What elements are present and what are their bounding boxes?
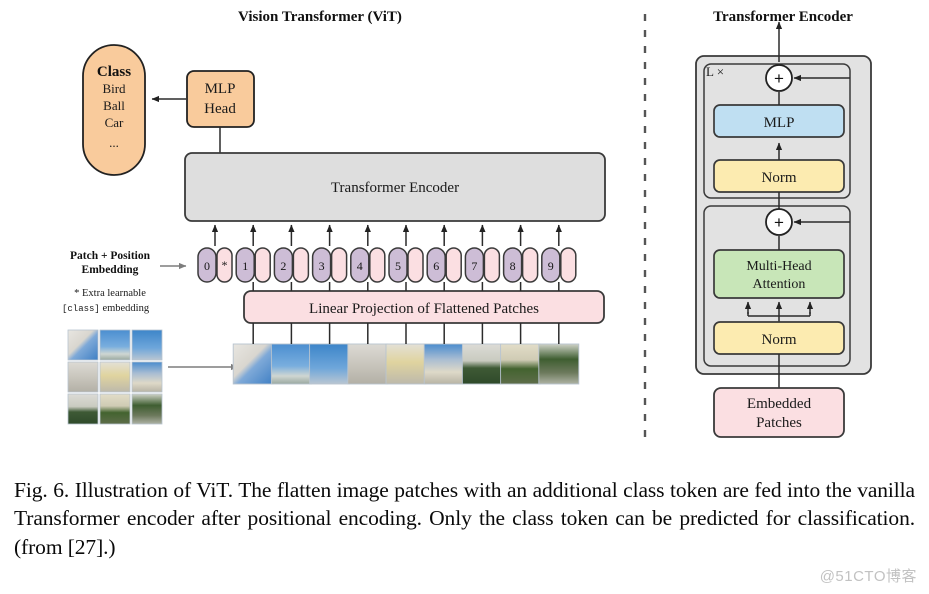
token-7: 7 — [464, 224, 501, 291]
multi-head-attention-block: Multi-Head Attention — [713, 249, 845, 299]
figure-caption: Fig. 6. Illustration of ViT. The flatten… — [0, 462, 929, 594]
transformer-encoder-box: Transformer Encoder — [184, 152, 606, 222]
embedded-patches-line1: Embedded — [747, 396, 812, 412]
token-number-label: 7 — [471, 259, 477, 273]
embedding-label-line2: Embedding — [82, 264, 139, 276]
class-output-box: Class Bird Ball Car ... — [82, 44, 146, 176]
image-patch-7 — [500, 323, 542, 385]
watermark: @51CTO博客 — [819, 568, 917, 585]
token-2: 2 — [273, 224, 310, 291]
token-9: 9 — [541, 224, 577, 291]
token-4: 4 — [350, 224, 386, 291]
patch-position-embedding-label: Patch + Position Embedding — [70, 250, 187, 276]
extra-note-line2: [class] embedding — [62, 303, 150, 314]
mlp-block: MLP — [713, 104, 845, 138]
image-patch-6 — [461, 323, 503, 385]
image-patch-5 — [423, 323, 465, 385]
linear-projection-box: Linear Projection of Flattened Patches — [243, 290, 605, 324]
caption-text: Fig. 6. Illustration of ViT. The flatten… — [14, 478, 915, 559]
figure-vit-illustration: Vision Transformer (ViT) Class Bird Ball… — [0, 0, 929, 460]
mlp-head-box: MLP Head — [186, 70, 255, 128]
mha-line2: Attention — [753, 277, 806, 292]
embedded-patches-line2: Patches — [756, 415, 802, 431]
token-1: 1 — [235, 224, 271, 291]
left-panel-title: Vision Transformer (ViT) — [238, 9, 402, 25]
token-number-label: 8 — [510, 259, 516, 273]
class-item-2: Car — [105, 115, 124, 130]
patch-thumbnail — [270, 343, 312, 385]
adder-middle-symbol: + — [774, 213, 784, 232]
mha-line1: Multi-Head — [746, 259, 811, 274]
patch-thumbnail — [232, 343, 274, 385]
token-embedding-row: 0 * 1 2 3 4 5 6 7 8 9 — [197, 224, 577, 291]
token-asterisk: * — [222, 258, 228, 272]
extra-note-rest: embedding — [100, 303, 150, 314]
token-number-label: 5 — [395, 259, 401, 273]
token-number-label: 6 — [433, 259, 439, 273]
patch-thumbnail — [500, 343, 542, 385]
linear-projection-label: Linear Projection of Flattened Patches — [309, 301, 539, 317]
image-patch-8 — [538, 323, 580, 385]
residual-adder-top: + — [765, 64, 793, 92]
image-patch-4 — [385, 323, 427, 385]
extra-note-line1: * Extra learnable — [74, 288, 146, 299]
residual-adder-middle: + — [765, 208, 793, 236]
token-position-pill — [254, 247, 271, 283]
patch-thumbnail — [385, 343, 427, 385]
class-item-1: Ball — [103, 98, 125, 113]
token-position-pill — [445, 247, 462, 283]
embedded-patches-box: Embedded Patches — [713, 387, 845, 438]
token-position-pill — [369, 247, 386, 283]
token-position-pill — [483, 247, 501, 283]
token-position-pill — [560, 247, 577, 283]
source-image-grid — [67, 329, 163, 425]
token-3: 3 — [311, 224, 348, 291]
image-patch-strip — [232, 323, 580, 385]
extra-note-mono: [class] — [62, 304, 100, 314]
token-number-label: 3 — [319, 259, 325, 273]
mlp-head-line2: Head — [204, 101, 236, 117]
right-panel-title: Transformer Encoder — [713, 9, 853, 25]
token-8: 8 — [502, 224, 539, 291]
norm-block-lower: Norm — [713, 321, 845, 355]
repeat-count-label: L × — [706, 64, 724, 79]
patch-thumbnail — [347, 343, 389, 385]
token-position-pill — [292, 247, 310, 283]
class-ellipsis: ... — [109, 135, 119, 150]
transformer-encoder-label: Transformer Encoder — [331, 180, 459, 196]
token-0: 0 * — [197, 224, 233, 283]
token-position-pill — [330, 247, 348, 283]
token-position-pill — [521, 247, 539, 283]
norm-upper-label: Norm — [762, 170, 797, 186]
extra-learnable-note: * Extra learnable [class] embedding — [62, 288, 150, 314]
token-number-label: 2 — [280, 259, 286, 273]
patch-thumbnail — [309, 343, 351, 385]
token-number-label: 1 — [242, 259, 248, 273]
class-heading: Class — [97, 64, 131, 80]
image-patch-0 — [232, 323, 274, 385]
adder-top-symbol: + — [774, 69, 784, 88]
image-patch-3 — [347, 323, 389, 385]
mlp-head-line1: MLP — [205, 81, 236, 97]
embedding-label-line1: Patch + Position — [70, 250, 151, 262]
norm-block-upper: Norm — [713, 159, 845, 193]
norm-lower-label: Norm — [762, 332, 797, 348]
image-patch-2 — [309, 323, 351, 385]
patch-thumbnail — [538, 343, 580, 385]
class-item-0: Bird — [102, 81, 126, 96]
patch-thumbnail — [423, 343, 465, 385]
token-5: 5 — [388, 224, 424, 291]
image-patch-1 — [270, 323, 312, 385]
patch-thumbnail — [461, 343, 503, 385]
token-number-label: 9 — [548, 259, 554, 273]
mlp-block-label: MLP — [764, 115, 795, 131]
token-position-pill — [407, 247, 424, 283]
token-number-label: 4 — [357, 259, 363, 273]
token-number-label: 0 — [204, 259, 210, 273]
token-6: 6 — [426, 224, 462, 291]
vit-architecture-diagram: Vision Transformer (ViT) Class Bird Ball… — [62, 9, 872, 440]
